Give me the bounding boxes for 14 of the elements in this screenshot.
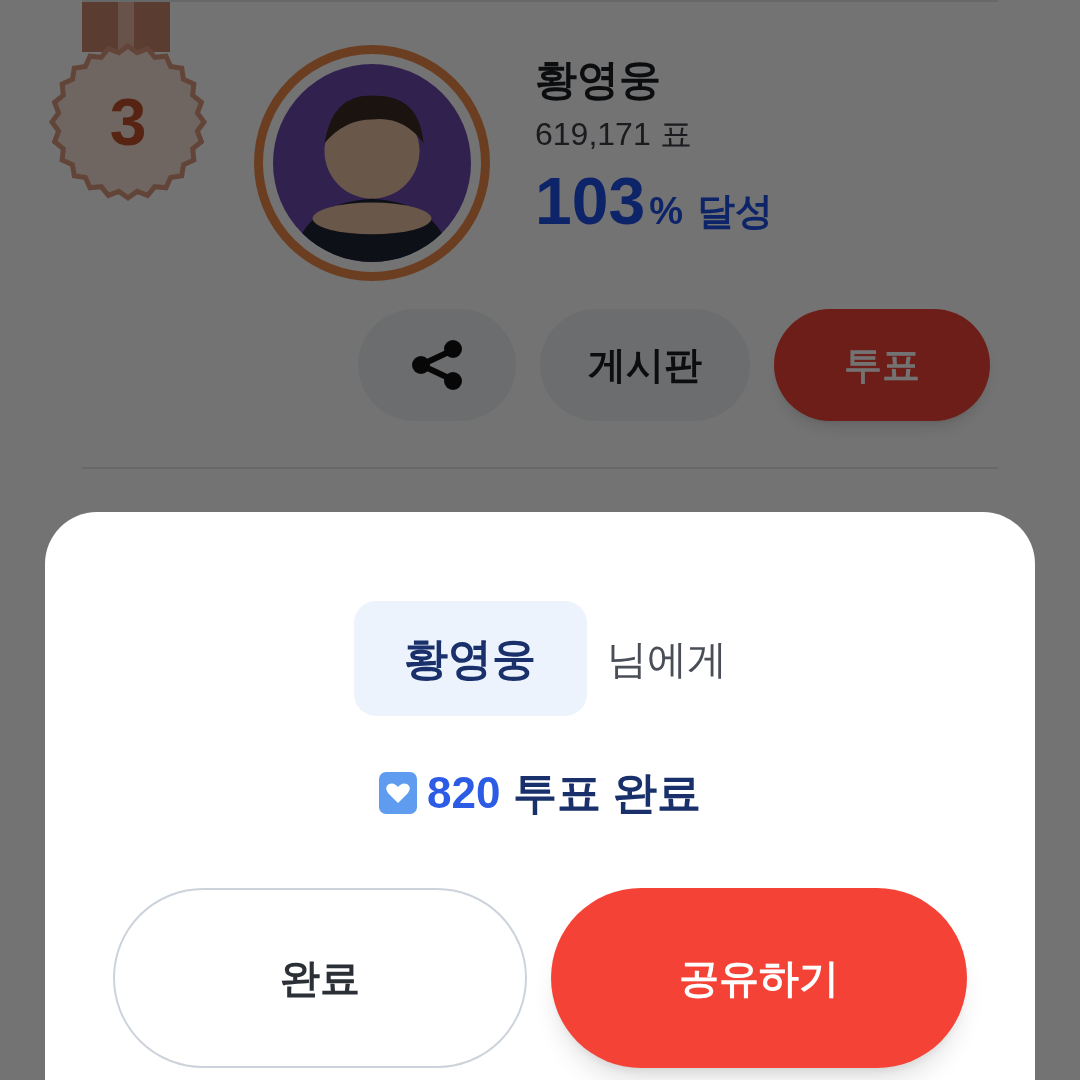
rank-number: 3 xyxy=(108,86,148,158)
vote-result: 820 투표 완료 xyxy=(427,767,701,819)
candidate-name: 황영웅 xyxy=(535,55,662,105)
achievement-rate: 103% 달성 xyxy=(535,166,773,240)
medal-icon xyxy=(48,42,208,202)
recipient-name: 황영웅 xyxy=(353,601,587,716)
share-icon xyxy=(409,340,465,390)
board-button[interactable]: 게시판 xyxy=(540,309,750,421)
vote-button[interactable]: 투표 xyxy=(774,309,990,421)
vote-count: 619,171 표 xyxy=(535,115,693,154)
recipient-suffix: 님에게 xyxy=(606,635,727,683)
done-button[interactable]: 완료 xyxy=(113,888,527,1068)
share-button[interactable]: 공유하기 xyxy=(551,888,967,1068)
ribbon-icon xyxy=(82,2,170,52)
